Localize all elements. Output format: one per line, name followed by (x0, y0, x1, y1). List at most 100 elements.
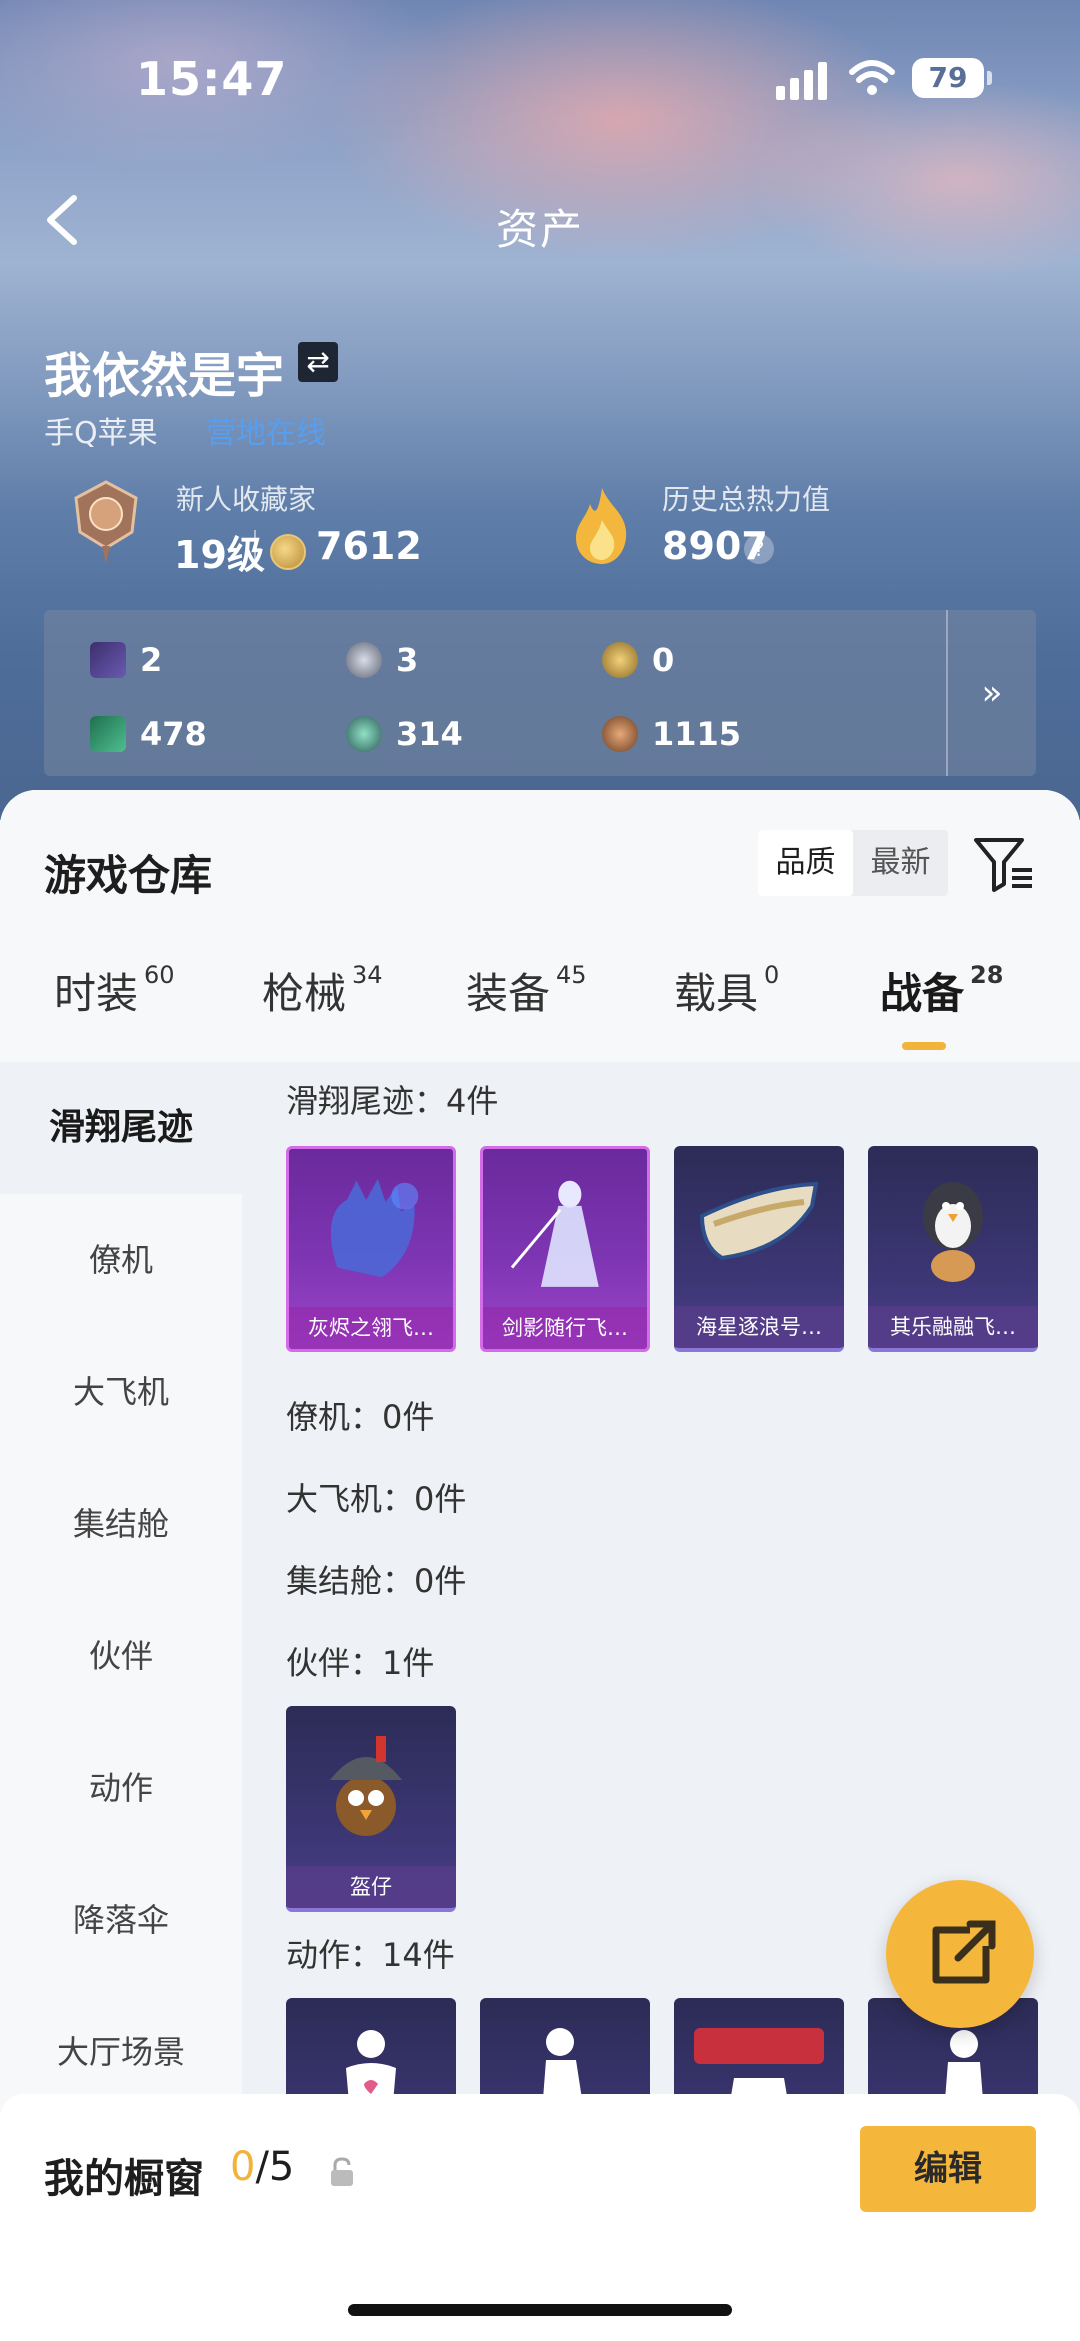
section-title-big-plane: 大飞机：0件 (286, 1480, 467, 1518)
boat-item-image (699, 1181, 819, 1261)
page-title: 资产 (495, 205, 584, 254)
tab-label: 载具 (674, 969, 759, 1018)
filter-icon[interactable] (972, 834, 1034, 894)
cellular-signal-icon (776, 62, 828, 100)
tab-equipment[interactable]: 装备 45 (466, 960, 587, 1021)
sort-latest[interactable]: 最新 (853, 830, 948, 896)
item-card[interactable]: 剑影随行飞… (480, 1146, 650, 1352)
section-title-glide: 滑翔尾迹：4件 (286, 1082, 499, 1120)
section-title-partner: 伙伴：1件 (286, 1644, 435, 1682)
item-name: 灰烬之翎飞… (289, 1307, 453, 1349)
platform-status-link[interactable]: 营地在线 (206, 408, 326, 452)
currency-value: 478 (140, 715, 207, 753)
currency-value: 0 (652, 641, 675, 679)
wifi-icon (849, 60, 895, 95)
tab-count: 28 (970, 961, 1004, 989)
fire-icon (576, 488, 627, 564)
stat-divider (254, 530, 256, 568)
currency-item: 478 (90, 712, 207, 756)
currency-value: 3 (396, 641, 419, 679)
medal-icon (74, 480, 138, 564)
tab-label: 战备 (880, 969, 965, 1018)
tab-fashion[interactable]: 时装 60 (54, 960, 175, 1021)
active-tab-indicator (902, 1042, 946, 1050)
platform-label: 手Q苹果 (44, 416, 158, 451)
tab-count: 45 (556, 961, 587, 989)
tab-readiness[interactable]: 战备 28 (880, 960, 1003, 1021)
share-fab[interactable] (886, 1880, 1034, 2028)
tab-count: 60 (144, 961, 175, 989)
switch-account-icon[interactable]: ⇄ (298, 342, 338, 382)
username: 我依然是宇 (44, 348, 285, 404)
currency-panel[interactable]: 2 3 0 478 314 1115 » (44, 610, 1036, 776)
tab-vehicles[interactable]: 载具 0 (674, 960, 779, 1021)
status-bar: 15:47 79 (0, 0, 1080, 150)
section-title-emote: 动作：14件 (286, 1936, 455, 1974)
sidebar-item-big-plane[interactable]: 大飞机 (0, 1326, 242, 1458)
sidebar-item-parachute[interactable]: 降落伞 (0, 1854, 242, 1986)
tab-count: 34 (352, 961, 383, 989)
points-coin-icon (270, 534, 306, 570)
gold-coin-icon (602, 642, 638, 678)
currency-item: 3 (346, 638, 418, 682)
item-name: 盔仔 (286, 1866, 456, 1908)
home-indicator (348, 2304, 732, 2316)
currency-item: 1115 (602, 712, 741, 756)
sidebar-item-wingman[interactable]: 僚机 (0, 1194, 242, 1326)
item-card[interactable]: 灰烬之翎飞… (286, 1146, 456, 1352)
lock-icon (331, 2157, 353, 2186)
showcase-current: 0 (230, 2144, 256, 2190)
double-chevron-right-icon[interactable]: » (946, 610, 1036, 776)
help-icon[interactable]: ? (744, 534, 774, 564)
status-time: 15:47 (136, 52, 288, 106)
teal-orb-icon (346, 716, 382, 752)
item-card[interactable]: 其乐融融飞… (868, 1146, 1038, 1352)
silver-coin-icon (346, 642, 382, 678)
glove-item-image (330, 1178, 419, 1278)
item-name: 海星逐浪号… (674, 1306, 844, 1348)
level-value: 19级 (174, 533, 265, 577)
tab-label: 装备 (466, 969, 551, 1018)
sort-toggle[interactable]: 品质 最新 (758, 830, 948, 896)
tab-label: 时装 (54, 969, 139, 1018)
showcase-label: 我的橱窗 (44, 2156, 204, 2202)
purple-card-icon (90, 642, 126, 678)
warehouse-header: 游戏仓库 品质 最新 时装 60 枪械 34 装备 45 载具 0 战备 28 (0, 790, 1080, 1062)
points-value: 7612 (316, 524, 422, 568)
sidebar-item-glide-trail[interactable]: 滑翔尾迹 (0, 1062, 242, 1194)
tab-label: 枪械 (262, 969, 347, 1018)
currency-value: 314 (396, 715, 463, 753)
currency-item: 314 (346, 712, 463, 756)
currency-item: 0 (602, 638, 674, 682)
swordsman-item-image (510, 1180, 599, 1287)
helmet-chick-item-image (330, 1736, 402, 1836)
sidebar-item-emote[interactable]: 动作 (0, 1722, 242, 1854)
section-title-pod: 集结舱：0件 (286, 1562, 467, 1600)
warehouse-title: 游戏仓库 (44, 851, 213, 900)
hero-background: 15:47 79 资产 我依然是宇 ⇄ 手Q苹果 营地在线 新人收藏家 19级 … (0, 0, 1080, 820)
share-out-icon (932, 1920, 996, 1984)
sort-quality[interactable]: 品质 (758, 830, 853, 896)
green-ticket-icon (90, 716, 126, 752)
item-card[interactable]: 盔仔 (286, 1706, 456, 1912)
rank-title: 新人收藏家 (176, 483, 317, 516)
sidebar-item-partner[interactable]: 伙伴 (0, 1590, 242, 1722)
currency-item: 2 (90, 638, 162, 682)
penguin-item-image (923, 1182, 983, 1282)
item-name: 其乐融融飞… (868, 1306, 1038, 1348)
showcase-bar: 我的橱窗 0/5 编辑 (0, 2094, 1080, 2341)
battery-indicator: 79 (912, 58, 992, 98)
tab-count: 0 (764, 961, 780, 989)
tab-guns[interactable]: 枪械 34 (262, 960, 383, 1021)
currency-value: 2 (140, 641, 163, 679)
currency-value: 1115 (652, 715, 742, 753)
item-card[interactable]: 海星逐浪号… (674, 1146, 844, 1352)
item-name: 剑影随行飞… (483, 1307, 647, 1349)
section-title-wingman: 僚机：0件 (286, 1398, 435, 1436)
edit-button[interactable]: 编辑 (860, 2126, 1036, 2212)
heat-label: 历史总热力值 (662, 483, 831, 516)
showcase-total: /5 (255, 2144, 295, 2190)
sidebar-item-pod[interactable]: 集结舱 (0, 1458, 242, 1590)
bronze-orb-icon (602, 716, 638, 752)
showcase-count: 0/5 (230, 2144, 294, 2190)
